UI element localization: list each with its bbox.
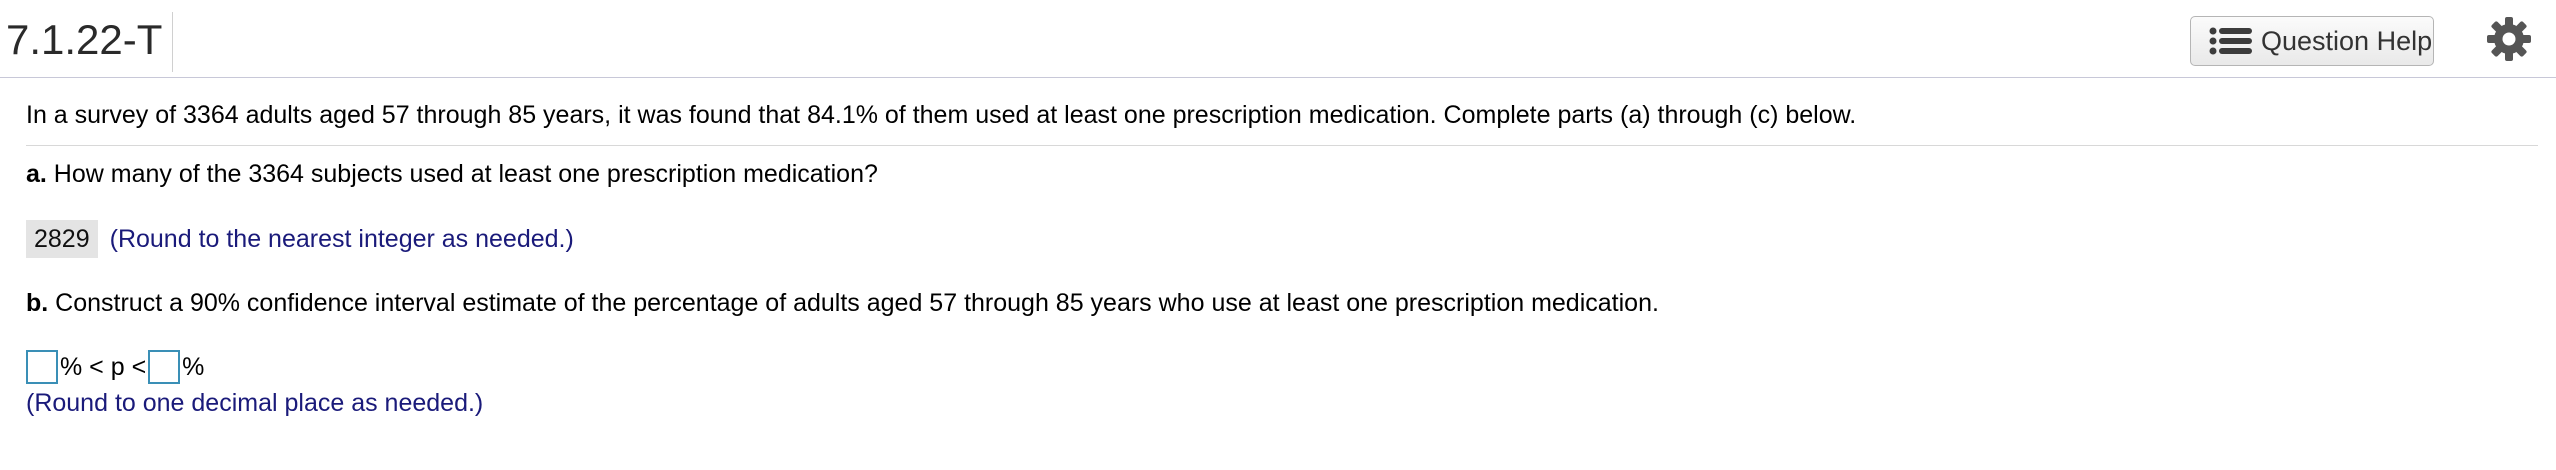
lower-bound-input[interactable]: [26, 350, 58, 384]
part-b-interval-row: % < p < %: [26, 348, 204, 386]
part-a-text: How many of the 3364 subjects used at le…: [46, 160, 878, 188]
part-b-question: b. Construct a 90% confidence interval e…: [26, 286, 1659, 320]
question-header: 7.1.22-T Question Help: [0, 0, 2556, 78]
question-help-button[interactable]: Question Help: [2190, 16, 2434, 66]
gear-icon[interactable]: [2486, 16, 2532, 62]
question-page: 7.1.22-T Question Help In a survey of 33…: [0, 0, 2556, 470]
part-a-label: a.: [26, 160, 47, 188]
upper-bound-input[interactable]: [148, 350, 181, 384]
part-a-answer-row: 2829 (Round to the nearest integer as ne…: [26, 220, 574, 258]
question-help-label: Question Help: [2261, 25, 2433, 56]
part-a-hint: (Round to the nearest integer as needed.…: [109, 224, 574, 253]
problem-statement: In a survey of 3364 adults aged 57 throu…: [26, 101, 1857, 129]
part-a-answer[interactable]: 2829: [26, 220, 98, 258]
interval-middle-text: % < p <: [60, 352, 147, 381]
divider: [26, 145, 2538, 146]
part-b-label: b.: [26, 289, 49, 317]
part-b-hint: (Round to one decimal place as needed.): [26, 389, 484, 417]
question-id: 7.1.22-T: [6, 12, 174, 72]
part-b-text: Construct a 90% confidence interval esti…: [48, 289, 1659, 317]
list-icon: [2209, 27, 2252, 55]
part-a-question: a. How many of the 3364 subjects used at…: [26, 157, 878, 191]
interval-suffix: %: [182, 352, 205, 381]
